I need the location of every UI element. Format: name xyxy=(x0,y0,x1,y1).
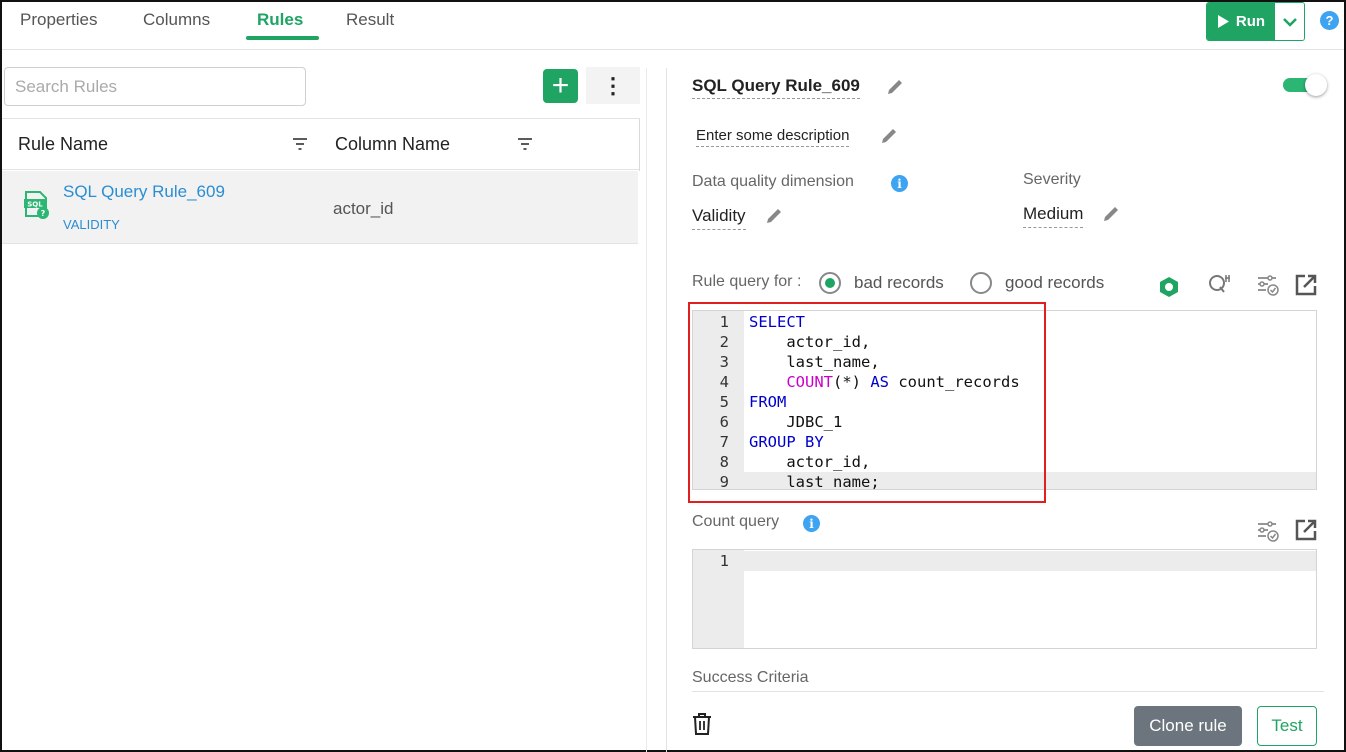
trash-icon[interactable] xyxy=(692,713,712,735)
run-button[interactable]: Run xyxy=(1207,3,1275,40)
code-line-current: 1 xyxy=(693,551,1316,571)
clone-rule-button[interactable]: Clone rule xyxy=(1134,706,1242,746)
section-divider xyxy=(692,691,1324,692)
info-icon[interactable]: i xyxy=(803,515,820,532)
chevron-down-icon xyxy=(1283,17,1297,27)
edit-dimension-icon[interactable] xyxy=(765,207,783,225)
search-rules-input[interactable] xyxy=(4,67,306,106)
filter-icon[interactable] xyxy=(518,138,532,150)
rule-enabled-toggle[interactable] xyxy=(1283,74,1327,96)
info-icon[interactable]: i xyxy=(891,175,908,192)
filter-icon[interactable] xyxy=(293,138,307,150)
rule-description[interactable]: Enter some description xyxy=(696,127,850,147)
bad-records-radio[interactable] xyxy=(819,272,841,294)
count-query-label: Count query xyxy=(692,513,780,530)
bad-records-label[interactable]: bad records xyxy=(854,273,944,293)
hexagon-icon[interactable] xyxy=(1158,276,1180,298)
good-records-label[interactable]: good records xyxy=(1005,273,1104,293)
svg-text:?: ? xyxy=(41,209,46,218)
top-tab-bar: Properties Columns Rules Result xyxy=(2,2,1344,50)
sql-file-icon: SQL ? xyxy=(24,191,49,219)
tab-properties[interactable]: Properties xyxy=(20,10,97,30)
run-label: Run xyxy=(1235,13,1266,30)
tab-columns[interactable]: Columns xyxy=(143,10,210,30)
rules-table-header: Rule Name Column Name xyxy=(2,118,640,171)
rule-dimension-label: VALIDITY xyxy=(63,217,120,232)
severity-value[interactable]: Medium xyxy=(1023,204,1084,228)
count-query-editor[interactable]: 1 xyxy=(692,549,1317,649)
pane-divider xyxy=(666,68,667,752)
settings-check-icon[interactable] xyxy=(1256,519,1280,543)
query-assist-icon[interactable] xyxy=(1207,272,1231,296)
left-pane-scrollbar[interactable] xyxy=(646,68,647,752)
rule-name-link[interactable]: SQL Query Rule_609 xyxy=(63,182,225,202)
edit-title-icon[interactable] xyxy=(886,78,904,96)
severity-label: Severity xyxy=(1023,171,1081,188)
help-icon[interactable]: ? xyxy=(1320,11,1339,30)
settings-check-icon[interactable] xyxy=(1256,273,1280,297)
column-divider xyxy=(639,119,640,171)
col-header-rule-name[interactable]: Rule Name xyxy=(18,134,108,155)
add-rule-button[interactable]: + xyxy=(543,69,578,103)
svg-text:SQL: SQL xyxy=(27,201,43,209)
good-records-radio[interactable] xyxy=(970,272,992,294)
edit-description-icon[interactable] xyxy=(880,127,898,145)
external-link-icon[interactable] xyxy=(1295,519,1317,541)
tab-rules[interactable]: Rules xyxy=(257,10,303,30)
rule-title[interactable]: SQL Query Rule_609 xyxy=(692,76,860,99)
dimension-label: Data quality dimension xyxy=(692,173,854,190)
dimension-value[interactable]: Validity xyxy=(692,206,746,230)
toggle-knob xyxy=(1305,74,1327,96)
external-link-icon[interactable] xyxy=(1295,274,1317,296)
rule-column-name: actor_id xyxy=(333,199,394,218)
success-criteria-label: Success Criteria xyxy=(692,669,809,686)
rule-query-label: Rule query for : xyxy=(692,273,802,290)
run-split-button: Run xyxy=(1206,2,1305,41)
more-options-button[interactable]: ⋮ xyxy=(586,67,640,104)
col-header-column-name[interactable]: Column Name xyxy=(335,134,450,155)
active-tab-indicator xyxy=(246,36,319,40)
tab-result[interactable]: Result xyxy=(346,10,394,30)
annotation-highlight-box xyxy=(688,302,1046,503)
table-row[interactable]: SQL ? SQL Query Rule_609 VALIDITY actor_… xyxy=(2,171,638,244)
play-icon xyxy=(1217,15,1229,28)
run-options-button[interactable] xyxy=(1275,3,1304,40)
edit-severity-icon[interactable] xyxy=(1102,205,1120,223)
test-button[interactable]: Test xyxy=(1257,706,1317,746)
